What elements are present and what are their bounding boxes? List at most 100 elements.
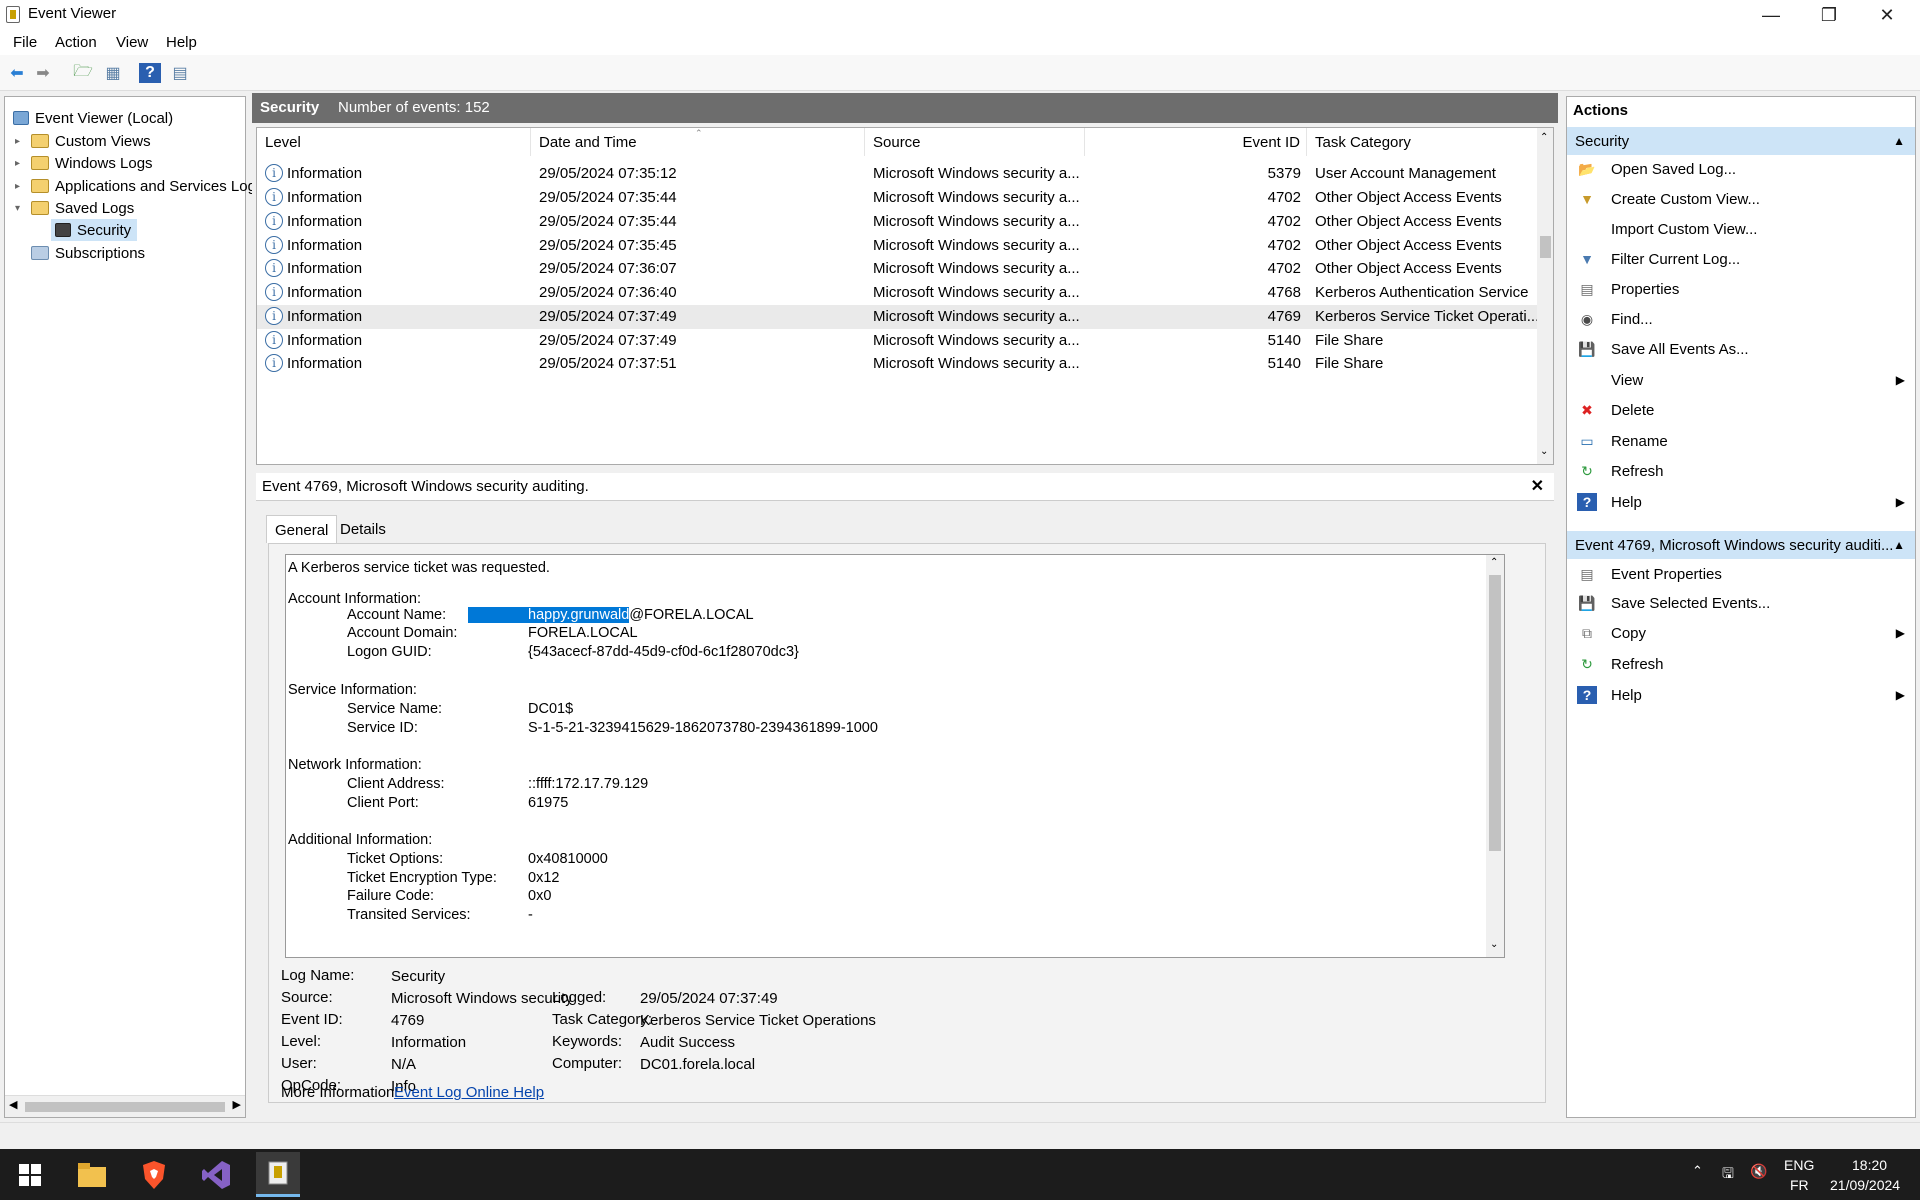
copy-icon: ⧉ [1582,624,1592,641]
action-item[interactable]: ▤ Event Properties [1567,560,1915,588]
close-icon[interactable]: ✕ [1858,0,1916,30]
help-icon[interactable]: ? [139,63,161,83]
action-item[interactable]: ▼ Filter Current Log... [1567,245,1915,273]
table-row[interactable]: i Information 29/05/2024 07:35:45 Microsoft… [257,234,1537,258]
table-row[interactable]: i Information 29/05/2024 07:37:49 Microsoft… [257,329,1537,353]
tree-node-saved-logs[interactable]: ▾ Saved Logs [15,197,134,219]
tree-node-applications-services[interactable]: ▸ Applications and Services Log [15,175,256,197]
scrollbar-thumb[interactable] [1540,236,1551,258]
open-folder-icon[interactable]: 🗁 [72,63,94,83]
start-button-icon[interactable] [10,1155,50,1195]
information-icon: i [265,164,283,182]
event-log-online-help-link[interactable]: Event Log Online Help [394,1084,544,1101]
table-row[interactable]: i Information 29/05/2024 07:37:51 Microsoft… [257,352,1537,376]
collapse-section-icon[interactable]: ▲ [1893,538,1905,552]
file-explorer-icon[interactable] [72,1155,112,1195]
action-pane-icon[interactable]: ▤ [169,63,191,83]
view-icon [1577,371,1597,389]
scroll-down-icon[interactable]: ⌄ [1490,939,1498,950]
tree-node-security[interactable]: Security [51,219,138,241]
tree-node-root[interactable]: Event Viewer (Local) [9,107,173,129]
table-row[interactable]: i Information 29/05/2024 07:36:40 Microsoft… [257,281,1537,305]
table-row[interactable]: i Information 29/05/2024 07:35:44 Microsoft… [257,186,1537,210]
description-scrollbar[interactable]: ⌃ ⌄ [1486,555,1504,957]
table-row[interactable]: i Information 29/05/2024 07:36:07 Microsoft… [257,257,1537,281]
action-item[interactable]: ▤ Properties [1567,275,1915,303]
scrollbar-thumb[interactable] [25,1102,225,1112]
action-item[interactable]: 💾 Save Selected Events... [1567,589,1915,617]
column-event-id[interactable]: Event ID [1085,128,1307,156]
action-item[interactable]: ↻ Refresh [1567,650,1915,678]
restore-icon[interactable]: ❐ [1800,0,1858,30]
collapse-section-icon[interactable]: ▲ [1893,134,1905,148]
brave-browser-icon[interactable] [134,1155,174,1195]
volume-muted-icon[interactable]: 🔇 [1750,1163,1767,1180]
console-tree-icon[interactable]: ▦ [102,63,124,83]
scrollbar-thumb[interactable] [1489,575,1501,851]
information-icon: i [265,236,283,254]
scroll-down-icon[interactable]: ⌄ [1540,446,1548,457]
tree-node-custom-views[interactable]: ▸ Custom Views [15,130,151,152]
language-secondary[interactable]: FR [1790,1177,1809,1193]
visual-studio-icon[interactable] [196,1155,236,1195]
action-item[interactable]: ◉ Find... [1567,305,1915,333]
event-description[interactable]: A Kerberos service ticket was requested.… [285,554,1505,958]
column-level[interactable]: Level [257,128,531,156]
scroll-up-icon[interactable]: ⌃ [1490,557,1498,568]
sort-indicator-icon: ⌃ [695,128,703,138]
table-row[interactable]: i Information 29/05/2024 07:35:12 Microsoft… [257,162,1537,186]
action-item[interactable]: View ▶ [1567,366,1915,394]
action-item[interactable]: ? Help ▶ [1567,681,1915,709]
event-count: Number of events: 152 [338,99,490,116]
minimize-icon[interactable]: — [1742,0,1800,30]
user-value: N/A [391,1056,417,1073]
network-icon[interactable]: 🖫 [1722,1163,1734,1187]
column-source[interactable]: Source [865,128,1085,156]
clock-time[interactable]: 18:20 [1852,1157,1887,1173]
tree-node-windows-logs[interactable]: ▸ Windows Logs [15,152,153,174]
collapse-icon[interactable]: ▾ [15,203,27,214]
saved-log-icon [55,223,71,237]
menu-help[interactable]: Help [166,34,197,51]
action-item[interactable]: ▭ Rename [1567,427,1915,455]
action-item[interactable]: ⧉ Copy ▶ [1567,619,1915,647]
clock-date[interactable]: 21/09/2024 [1830,1177,1900,1193]
action-item[interactable]: ↻ Refresh [1567,457,1915,485]
cell-source: Microsoft Windows security a... [873,189,1080,206]
table-row[interactable]: i Information 29/05/2024 07:37:49 Microsoft… [257,305,1539,329]
event-viewer-taskbar-icon[interactable] [256,1152,300,1197]
show-hidden-icons-icon[interactable]: ⌃ [1692,1163,1703,1179]
client-port-label: Client Port: [347,795,419,811]
task-category-value: Kerberos Service Ticket Operations [640,1012,876,1029]
column-task-category[interactable]: Task Category [1307,128,1539,156]
menu-file[interactable]: File [13,34,37,51]
expand-icon[interactable]: ▸ [15,158,27,169]
action-item[interactable]: Import Custom View... [1567,215,1915,243]
language-primary[interactable]: ENG [1784,1157,1814,1173]
actions-section-security[interactable]: Security ▲ [1567,127,1915,155]
scroll-left-icon[interactable]: ◀ [9,1098,17,1111]
menu-action[interactable]: Action [55,34,97,51]
menu-view[interactable]: View [116,34,148,51]
tree-node-subscriptions[interactable]: Subscriptions [27,242,145,264]
action-item[interactable]: ✖ Delete [1567,396,1915,424]
scroll-up-icon[interactable]: ⌃ [1540,132,1548,143]
action-item[interactable]: ▼ Create Custom View... [1567,185,1915,213]
close-detail-icon[interactable]: ✕ [1531,476,1544,496]
cell-date-time: 29/05/2024 07:37:51 [539,355,677,372]
tab-details[interactable]: Details [332,515,394,543]
scroll-right-icon[interactable]: ▶ [233,1098,241,1111]
expand-icon[interactable]: ▸ [15,181,27,192]
event-list-scrollbar[interactable]: ⌃ ⌄ [1537,128,1553,464]
action-item[interactable]: 💾 Save All Events As... [1567,335,1915,363]
back-arrow-icon[interactable]: ⬅ [6,63,28,83]
action-item[interactable]: 📂 Open Saved Log... [1567,155,1915,183]
actions-section-event[interactable]: Event 4769, Microsoft Windows security a… [1567,531,1915,559]
tree-horizontal-scrollbar[interactable]: ◀ ▶ [5,1095,245,1117]
event-id-value: 4769 [391,1012,425,1029]
forward-arrow-icon[interactable]: ➡ [32,63,54,83]
table-row[interactable]: i Information 29/05/2024 07:35:44 Microsoft… [257,210,1537,234]
tab-general[interactable]: General [266,515,338,543]
action-item[interactable]: ? Help ▶ [1567,488,1915,516]
expand-icon[interactable]: ▸ [15,136,27,147]
